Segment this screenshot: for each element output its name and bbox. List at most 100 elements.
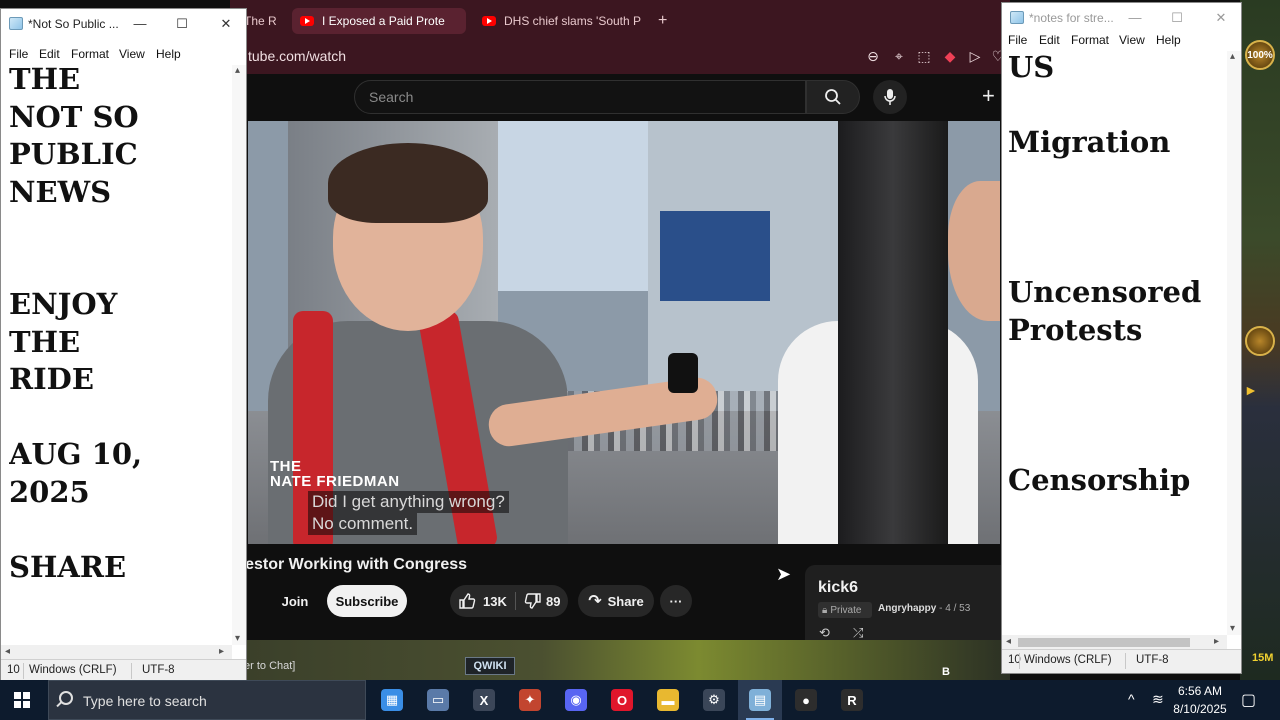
- taskbar-app-mixer[interactable]: R: [830, 680, 874, 720]
- send-icon[interactable]: ▷: [967, 48, 983, 64]
- menu-view[interactable]: View: [119, 47, 145, 61]
- dislike-button[interactable]: 89: [524, 585, 560, 617]
- status-position: 10: [7, 664, 20, 676]
- status-encoding: UTF-8: [142, 664, 175, 676]
- video-player[interactable]: THE NATE FRIEDMAN Did I get anything wro…: [248, 121, 1000, 544]
- join-button[interactable]: Join: [270, 585, 320, 617]
- status-separator: [131, 663, 132, 679]
- notepad-app-icon: [9, 17, 23, 30]
- tray-chevron-icon[interactable]: ^: [1128, 691, 1135, 707]
- youtube-search-button[interactable]: [806, 80, 860, 114]
- video-watermark: THE NATE FRIEDMAN: [270, 459, 400, 489]
- playlist-owner[interactable]: Angryhappy: [878, 603, 936, 614]
- close-button[interactable]: ✕: [219, 17, 233, 31]
- like-dislike-group: 13K 89: [450, 585, 568, 617]
- tab-i-exposed-paid-protestor[interactable]: I Exposed a Paid Prote: [292, 8, 466, 34]
- menu-edit[interactable]: Edit: [1039, 33, 1060, 47]
- menu-edit[interactable]: Edit: [39, 47, 60, 61]
- voice-search-button[interactable]: [873, 80, 907, 114]
- qwiki-button[interactable]: QWIKI: [465, 657, 515, 675]
- tab-dhs-chief[interactable]: DHS chief slams 'South P: [474, 8, 644, 34]
- taskbar-app-discord[interactable]: ◉: [554, 680, 598, 720]
- minimize-button[interactable]: —: [1128, 11, 1142, 25]
- taskbar-app-notepad[interactable]: ▤: [738, 680, 782, 720]
- scroll-down-icon[interactable]: ▾: [1230, 623, 1235, 635]
- scroll-up-icon[interactable]: ▴: [1230, 51, 1235, 63]
- scroll-left-icon[interactable]: ◂: [1006, 636, 1011, 648]
- playlist-title[interactable]: kick6: [818, 579, 858, 597]
- taskbar-app-file-explorer[interactable]: ▬: [646, 680, 690, 720]
- pocket-icon[interactable]: ◆: [942, 48, 958, 64]
- menu-help[interactable]: Help: [1156, 33, 1181, 47]
- create-button[interactable]: +: [982, 85, 995, 107]
- scroll-right-icon[interactable]: ▸: [1214, 636, 1219, 648]
- mouse-cursor-icon: ➤: [776, 564, 792, 584]
- clock-date[interactable]: 8/10/2025: [1172, 702, 1228, 716]
- playlist-panel[interactable]: kick6 🔒︎ Private Angryhappy - 4 / 53 ⟲ ⤮: [805, 565, 1005, 640]
- opera-icon: O: [611, 689, 633, 711]
- more-actions-button[interactable]: ···: [660, 585, 692, 617]
- maximize-button[interactable]: ☐: [175, 17, 189, 31]
- taskbar-app-calculator[interactable]: ▦: [370, 680, 414, 720]
- pin-icon[interactable]: ⌖: [891, 48, 907, 64]
- notepad-statusbar: 10 Windows (CRLF) UTF-8: [1, 659, 246, 681]
- horizontal-scrollbar[interactable]: ◂ ▸: [1002, 635, 1227, 649]
- menu-format[interactable]: Format: [71, 47, 109, 61]
- screenshot-icon[interactable]: ⬚: [916, 48, 932, 64]
- vertical-scrollbar[interactable]: ▴ ▾: [232, 65, 246, 645]
- notepad-window-left: *Not So Public ... — ☐ ✕ File Edit Forma…: [0, 8, 247, 682]
- video-scene-face-right: [948, 181, 1000, 321]
- notepad-title: *Not So Public ...: [28, 17, 119, 31]
- status-separator: [1019, 653, 1020, 669]
- taskbar-app-photos[interactable]: ▭: [416, 680, 460, 720]
- taskbar-app-opera[interactable]: O: [600, 680, 644, 720]
- subscribe-button[interactable]: Subscribe: [327, 585, 407, 617]
- start-button[interactable]: [0, 680, 44, 720]
- menu-format[interactable]: Format: [1071, 33, 1109, 47]
- menu-help[interactable]: Help: [156, 47, 181, 61]
- taskbar-app-settings[interactable]: ⚙: [692, 680, 736, 720]
- youtube-search-input[interactable]: Search: [354, 80, 806, 114]
- share-button[interactable]: ↷ Share: [578, 585, 654, 617]
- game-background: 100% ► 15M: [1240, 0, 1280, 680]
- like-button[interactable]: 13K: [458, 585, 507, 617]
- notification-center-icon[interactable]: ▢: [1241, 690, 1256, 710]
- thumbs-down-icon: [524, 593, 541, 609]
- taskbar-app-xcode-like[interactable]: X: [462, 680, 506, 720]
- vertical-scrollbar[interactable]: ▴ ▾: [1227, 51, 1241, 635]
- xcode-like-icon: X: [473, 689, 495, 711]
- horizontal-scrollbar[interactable]: ◂ ▸: [1, 645, 232, 659]
- shuffle-playlist-icon[interactable]: ⤮: [853, 625, 863, 641]
- scrollbar-thumb[interactable]: [1018, 638, 1190, 647]
- zoom-out-icon[interactable]: ⊖: [865, 48, 881, 64]
- menu-file[interactable]: File: [9, 47, 28, 61]
- scroll-right-icon[interactable]: ▸: [219, 646, 224, 658]
- notepad-titlebar[interactable]: *Not So Public ... — ☐ ✕: [1, 9, 246, 39]
- menu-file[interactable]: File: [1008, 33, 1027, 47]
- notepad-text-area[interactable]: US Migration Uncensored Protests Censors…: [1008, 49, 1230, 629]
- game-chat-hint: er to Chat]: [244, 660, 296, 672]
- taskbar-app-game-launcher[interactable]: ✦: [508, 680, 552, 720]
- scroll-up-icon[interactable]: ▴: [235, 65, 240, 77]
- clock-time[interactable]: 6:56 AM: [1172, 684, 1228, 698]
- status-separator: [1125, 653, 1126, 669]
- caption-line-1: Did I get anything wrong?: [308, 491, 509, 513]
- new-tab-button[interactable]: +: [650, 8, 674, 34]
- minimize-button[interactable]: —: [133, 17, 147, 31]
- youtube-icon: [482, 16, 496, 26]
- close-button[interactable]: ✕: [1214, 11, 1228, 25]
- desktop: 100% ► 15M The R I Exposed a Paid Prote …: [0, 0, 1280, 720]
- loop-playlist-icon[interactable]: ⟲: [819, 625, 830, 641]
- scroll-down-icon[interactable]: ▾: [235, 633, 240, 645]
- scroll-left-icon[interactable]: ◂: [5, 646, 10, 658]
- taskbar-app-obs-studio[interactable]: ●: [784, 680, 828, 720]
- taskbar-search-box[interactable]: Type here to search: [48, 680, 366, 720]
- network-icon[interactable]: ≋: [1152, 691, 1164, 708]
- maximize-button[interactable]: ☐: [1170, 11, 1184, 25]
- share-label: Share: [607, 593, 644, 609]
- search-icon: [825, 89, 841, 105]
- url-text[interactable]: tube.com/watch: [248, 48, 346, 64]
- lock-icon: 🔒︎: [822, 604, 828, 616]
- notepad-text-area[interactable]: THE NOT SO PUBLIC NEWS ENJOY THE RIDE AU…: [9, 61, 233, 646]
- menu-view[interactable]: View: [1119, 33, 1145, 47]
